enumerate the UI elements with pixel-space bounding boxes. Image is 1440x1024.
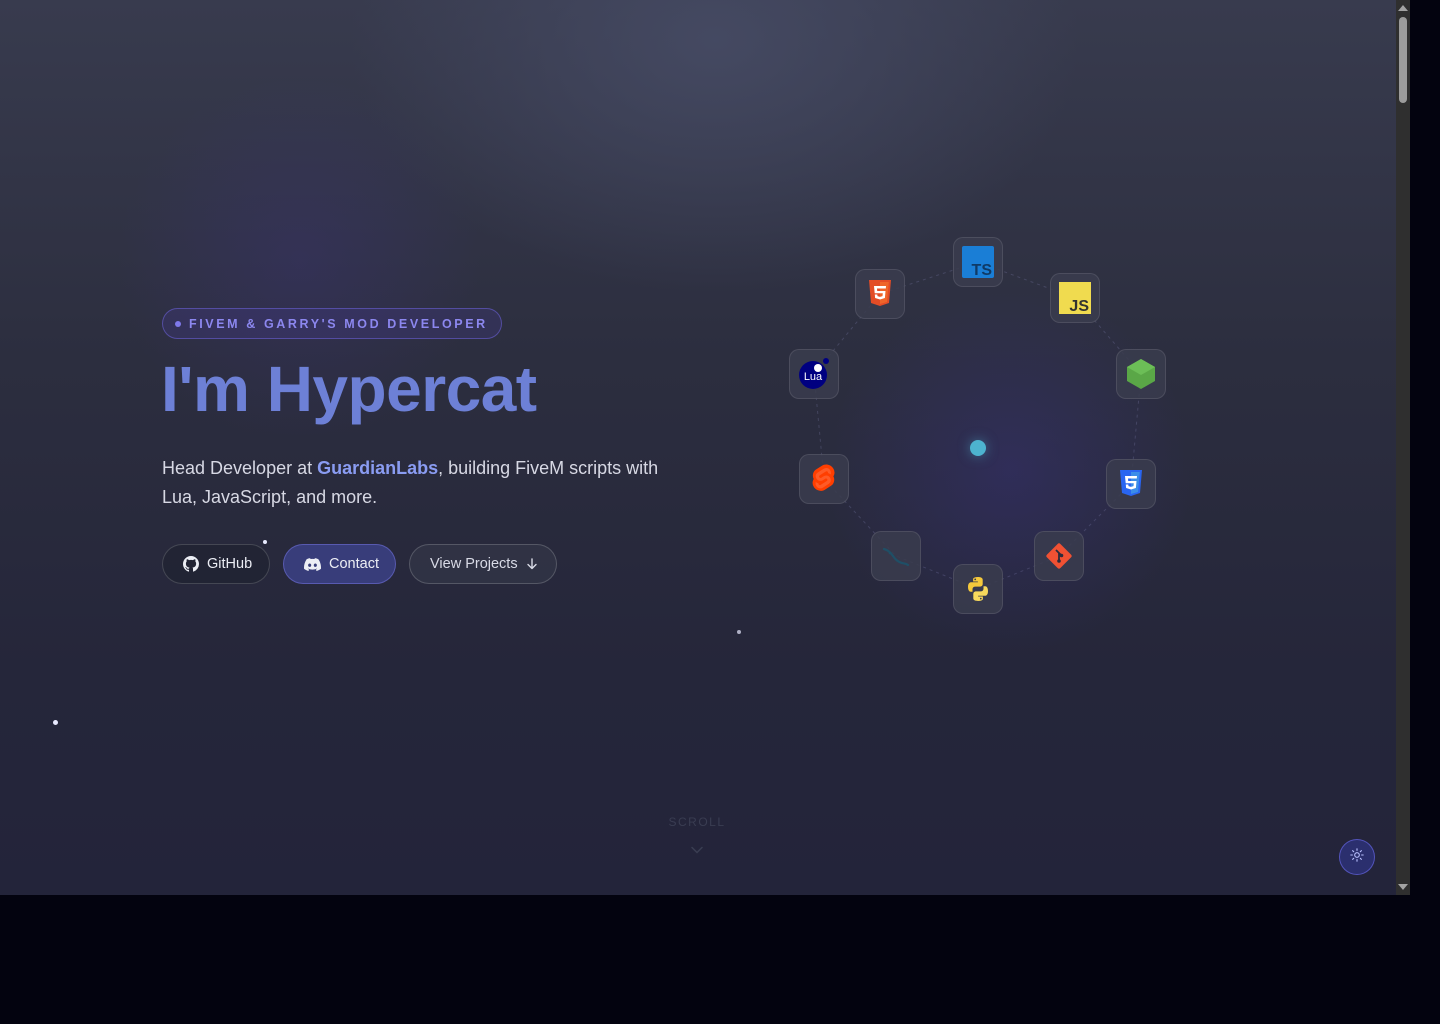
scroll-hint-label: SCROLL (668, 815, 726, 829)
scroll-down-arrow-icon[interactable] (1398, 884, 1408, 890)
html5-icon (855, 269, 905, 319)
lua-icon: Lua (789, 349, 839, 399)
svelte-icon (799, 454, 849, 504)
javascript-icon: JS (1050, 273, 1100, 323)
typescript-icon: TS (953, 237, 1003, 287)
git-icon (1034, 531, 1084, 581)
nodejs-icon (1116, 349, 1166, 399)
theme-toggle-button[interactable] (1339, 839, 1375, 875)
scroll-up-arrow-icon[interactable] (1398, 5, 1408, 11)
chevron-down-icon[interactable] (691, 841, 703, 859)
sun-icon (1350, 847, 1364, 867)
css3-icon (1106, 459, 1156, 509)
tech-orbit-lines (813, 261, 1142, 590)
python-icon (953, 564, 1003, 614)
orbit-center-dot (970, 440, 986, 456)
mysql-icon (871, 531, 921, 581)
svg-text:Lua: Lua (804, 371, 823, 383)
hero-viewport: FIVEM & GARRY'S MOD DEVELOPER I'm Hyperc… (0, 0, 1396, 895)
svg-text:JS: JS (1069, 298, 1089, 314)
scrollbar-thumb[interactable] (1399, 17, 1407, 103)
page-scrollbar[interactable] (1396, 0, 1410, 895)
svg-text:TS: TS (972, 262, 993, 278)
